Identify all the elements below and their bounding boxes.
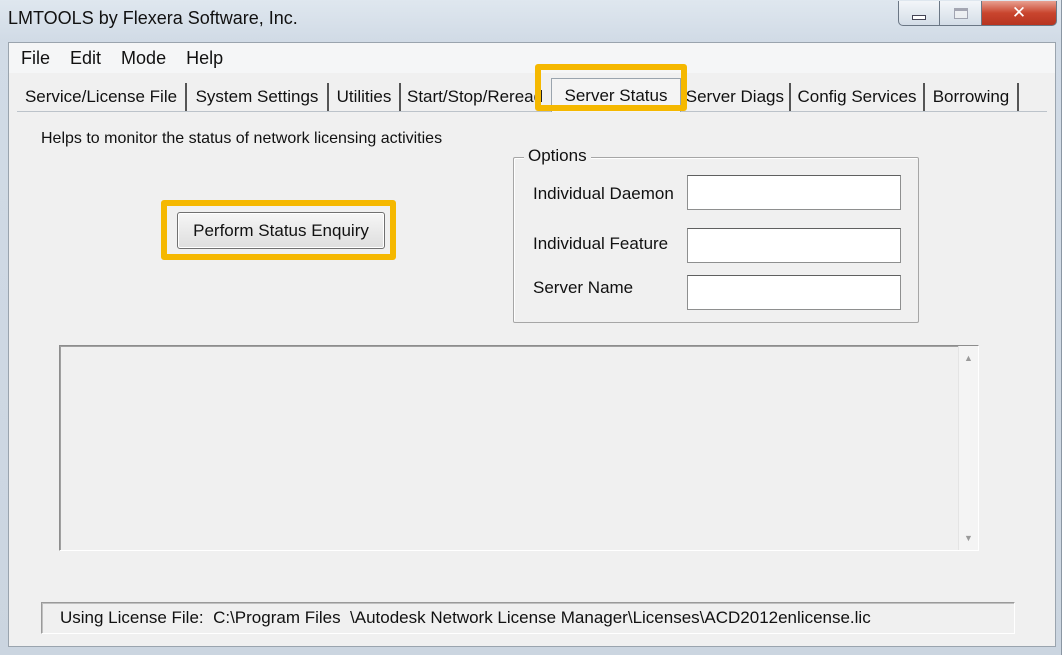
close-button[interactable]: ✕: [982, 1, 1057, 26]
options-legend: Options: [524, 146, 591, 166]
server-name-label: Server Name: [533, 278, 634, 297]
tab-service-license-file[interactable]: Service/License File: [17, 83, 187, 111]
tab-config-services[interactable]: Config Services: [791, 83, 925, 111]
individual-feature-input[interactable]: [687, 228, 901, 263]
minimize-icon: [912, 14, 926, 20]
individual-feature-label: Individual Feature: [533, 234, 669, 253]
tab-system-settings[interactable]: System Settings: [187, 83, 329, 111]
maximize-icon: [953, 7, 968, 19]
scroll-up-icon[interactable]: ▲: [959, 349, 978, 367]
minimize-button[interactable]: [898, 1, 940, 26]
tab-description: Helps to monitor the status of network l…: [41, 130, 443, 147]
maximize-button[interactable]: [940, 1, 982, 26]
tab-server-diags[interactable]: Server Diags: [681, 83, 791, 111]
options-group: Options Individual Daemon Individual Fea…: [513, 146, 919, 323]
tab-start-stop-reread[interactable]: Start/Stop/Reread: [401, 83, 553, 111]
close-icon: ✕: [1011, 3, 1027, 22]
tab-borrowing[interactable]: Borrowing: [925, 83, 1019, 111]
client-area: File Edit Mode Help Service/License File…: [8, 42, 1056, 647]
menu-help[interactable]: Help: [178, 46, 231, 71]
individual-daemon-input[interactable]: [687, 175, 901, 210]
title-bar[interactable]: LMTOOLS by Flexera Software, Inc. ✕: [0, 0, 1062, 40]
tab-strip: Service/License File System Settings Uti…: [17, 78, 1057, 112]
menu-edit[interactable]: Edit: [62, 46, 109, 71]
status-output-area[interactable]: ▲ ▼: [59, 345, 979, 551]
window-title: LMTOOLS by Flexera Software, Inc.: [8, 8, 298, 28]
scroll-down-icon[interactable]: ▼: [959, 529, 978, 547]
status-bar: Using License File: C:\Program Files \Au…: [41, 602, 1015, 634]
license-file-path: Using License File: C:\Program Files \Au…: [60, 608, 871, 627]
menu-file[interactable]: File: [13, 46, 58, 71]
individual-daemon-label: Individual Daemon: [533, 184, 674, 203]
lmtools-window: LMTOOLS by Flexera Software, Inc. ✕ File…: [0, 0, 1062, 655]
tab-utilities[interactable]: Utilities: [329, 83, 401, 111]
server-name-input[interactable]: [687, 275, 901, 310]
perform-status-enquiry-button[interactable]: Perform Status Enquiry: [177, 212, 385, 249]
menu-mode[interactable]: Mode: [113, 46, 174, 71]
output-scrollbar[interactable]: ▲ ▼: [958, 346, 978, 550]
tab-server-status[interactable]: Server Status: [551, 78, 681, 112]
menu-bar: File Edit Mode Help: [9, 43, 1055, 73]
